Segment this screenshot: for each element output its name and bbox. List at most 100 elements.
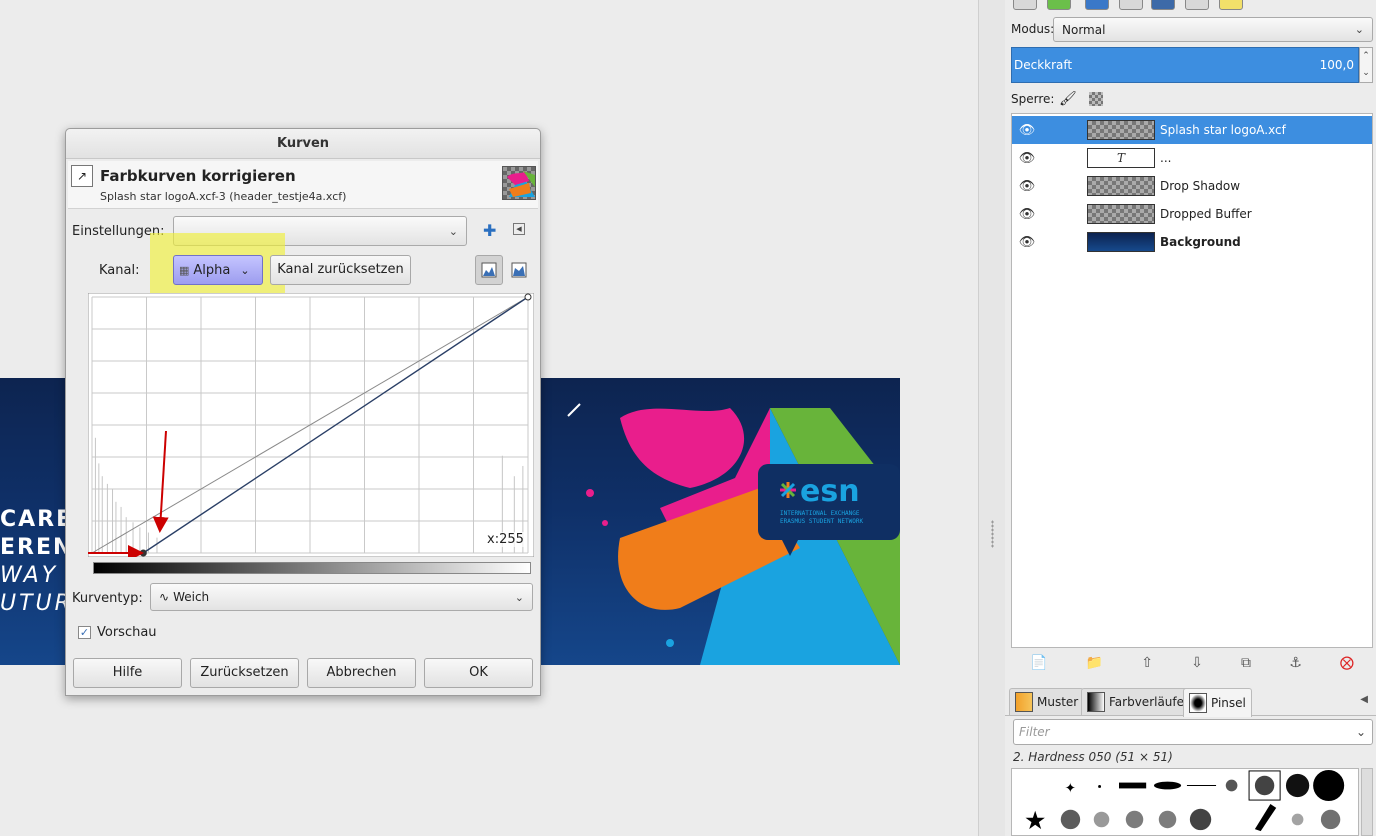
panel-menu-icon[interactable]: ◀ (1360, 694, 1368, 705)
layers-list: 👁 Splash star logoA.xcf 👁 T ... 👁 Drop S… (1011, 113, 1373, 648)
brush-filter-input[interactable]: Filter ⌄ (1013, 719, 1373, 745)
filter-placeholder: Filter (1019, 725, 1050, 739)
smooth-curve-icon: ∿ (159, 590, 170, 604)
log-histogram-icon (511, 262, 527, 278)
channel-value: Alpha (193, 262, 231, 278)
layers-dock: Modus: Normal ⌄ Deckkraft 100,0 ⌃ ⌄ Sperr… (1005, 0, 1376, 836)
eye-icon[interactable]: 👁 (1013, 123, 1041, 138)
svg-text:★: ★ (1024, 806, 1047, 835)
tab-brushes[interactable]: Pinsel (1183, 688, 1252, 717)
layer-actions-bar: 📄 📁 ⇧ ⇩ ⧉ ⚓ ⨂ (1011, 650, 1373, 676)
brush-grid[interactable]: ✦ ★ (1011, 768, 1359, 836)
tab-label: Farbverläufe (1109, 695, 1185, 709)
brush-tab-icon[interactable] (1185, 0, 1209, 10)
dialog-titlebar[interactable]: Kurven (66, 129, 540, 159)
channel-select[interactable]: ▦ Alpha ⌄ (173, 255, 263, 285)
splash-logo-art: esn INTERNATIONAL EXCHANGE ERASMUS STUDE… (567, 403, 900, 665)
layer-row[interactable]: 👁 Splash star logoA.xcf (1012, 116, 1372, 144)
new-layer-icon[interactable]: 📄 (1030, 655, 1047, 671)
svg-text:✦: ✦ (1065, 780, 1076, 796)
eye-icon[interactable]: 👁 (1013, 179, 1041, 194)
preset-menu-icon[interactable]: ◀ (513, 223, 525, 235)
banner-line: WAY (0, 563, 59, 588)
log-histogram-button[interactable] (506, 255, 532, 285)
reset-button[interactable]: Zurücksetzen (190, 658, 299, 688)
text-layer-thumbnail: T (1087, 148, 1155, 168)
cancel-button[interactable]: Abbrechen (307, 658, 416, 688)
pattern-icon (1015, 692, 1033, 712)
linear-histogram-icon (481, 262, 497, 278)
reset-channel-button[interactable]: Kanal zurücksetzen (270, 255, 411, 285)
curve-control-point[interactable] (139, 549, 147, 557)
logo-text: esn (800, 474, 860, 509)
undo-tab-icon[interactable] (1151, 0, 1175, 10)
eye-icon[interactable]: 👁 (1013, 151, 1041, 166)
layer-row[interactable]: 👁 Background (1012, 228, 1372, 256)
dock-separator[interactable] (978, 0, 1006, 836)
add-preset-icon[interactable]: ✚ (483, 221, 496, 240)
layer-name: ... (1160, 151, 1172, 165)
curves-tool-icon: ↗ (71, 165, 93, 187)
mode-value: Normal (1062, 22, 1106, 37)
channels-tab-icon[interactable] (1047, 0, 1071, 10)
duplicate-layer-icon[interactable]: ⧉ (1241, 655, 1251, 671)
banner-line: CARE (0, 507, 74, 532)
chevron-down-icon: ⌄ (514, 590, 524, 604)
layer-name: Splash star logoA.xcf (1160, 123, 1286, 137)
layer-thumbnail (1087, 204, 1155, 224)
curve-graph[interactable] (71, 292, 535, 561)
curve-editor[interactable] (71, 292, 535, 561)
preview-checkbox[interactable]: ✓ Vorschau (78, 625, 157, 640)
linear-histogram-button[interactable] (475, 255, 503, 285)
layer-row[interactable]: 👁 Drop Shadow (1012, 172, 1372, 200)
tab-patterns[interactable]: Muster (1009, 688, 1085, 715)
checkbox-check-icon[interactable]: ✓ (78, 626, 91, 639)
mode-label: Modus: (1011, 22, 1055, 36)
mode-select[interactable]: Normal ⌄ (1053, 17, 1373, 42)
horizontal-gradient-bar (93, 562, 531, 574)
brush-name: 2. Hardness 050 (51 × 51) (1013, 750, 1173, 764)
raise-layer-icon[interactable]: ⇧ (1141, 655, 1153, 671)
brush-icon (1189, 693, 1207, 713)
opacity-slider[interactable]: Deckkraft 100,0 (1011, 47, 1359, 83)
logo-subtitle-2: ERASMUS STUDENT NETWORK (780, 518, 863, 525)
tool-options-tab-icon[interactable] (1219, 0, 1243, 10)
layer-row[interactable]: 👁 Dropped Buffer (1012, 200, 1372, 228)
eye-icon[interactable]: 👁 (1013, 235, 1041, 250)
delete-layer-icon[interactable]: ⨂ (1340, 655, 1354, 671)
layers-tab-icon[interactable] (1013, 0, 1037, 10)
layer-thumbnail (1087, 232, 1155, 252)
preview-label: Vorschau (97, 625, 157, 640)
opacity-label: Deckkraft (1014, 58, 1073, 72)
help-button[interactable]: Hilfe (73, 658, 182, 688)
lower-layer-icon[interactable]: ⇩ (1191, 655, 1203, 671)
opacity-value: 100,0 (1319, 58, 1354, 72)
lock-alpha-icon[interactable] (1089, 92, 1103, 106)
dock-tab-strip (1005, 0, 1376, 12)
brush-grid-scrollbar[interactable] (1361, 768, 1373, 836)
layer-name: Drop Shadow (1160, 179, 1241, 193)
tab-gradients[interactable]: Farbverläufe (1081, 688, 1191, 715)
curve-type-select[interactable]: ∿ Weich ⌄ (150, 583, 533, 611)
opacity-spin-buttons[interactable]: ⌃ ⌄ (1359, 47, 1373, 83)
anchor-layer-icon[interactable]: ⚓ (1289, 655, 1302, 671)
ok-button[interactable]: OK (424, 658, 533, 688)
tab-label: Pinsel (1211, 696, 1246, 710)
paths-tab-icon[interactable] (1085, 0, 1109, 10)
alpha-channel-icon: ▦ (179, 263, 190, 277)
eye-icon[interactable]: 👁 (1013, 207, 1041, 222)
chevron-down-icon: ⌄ (1355, 725, 1366, 739)
dialog-subheading: Splash star logoA.xcf-3 (header_testje4a… (100, 190, 347, 203)
new-layer-group-icon[interactable]: 📁 (1086, 655, 1103, 671)
lock-pixels-icon[interactable]: 🖌 (1059, 91, 1077, 107)
curves-dialog: Kurven ↗ Farbkurven korrigieren Splash s… (65, 128, 541, 696)
curve-control-point[interactable] (524, 293, 532, 301)
layer-row[interactable]: 👁 T ... (1012, 144, 1372, 172)
resize-grip-icon[interactable] (991, 520, 994, 548)
pointer-tab-icon[interactable] (1119, 0, 1143, 10)
logo-subtitle-1: INTERNATIONAL EXCHANGE (780, 510, 860, 517)
banner-line: EREN (0, 535, 74, 560)
dialog-heading: Farbkurven korrigieren (100, 167, 296, 185)
cursor-x-readout: x:255 (487, 532, 524, 547)
banner-line: UTUR (0, 591, 73, 616)
